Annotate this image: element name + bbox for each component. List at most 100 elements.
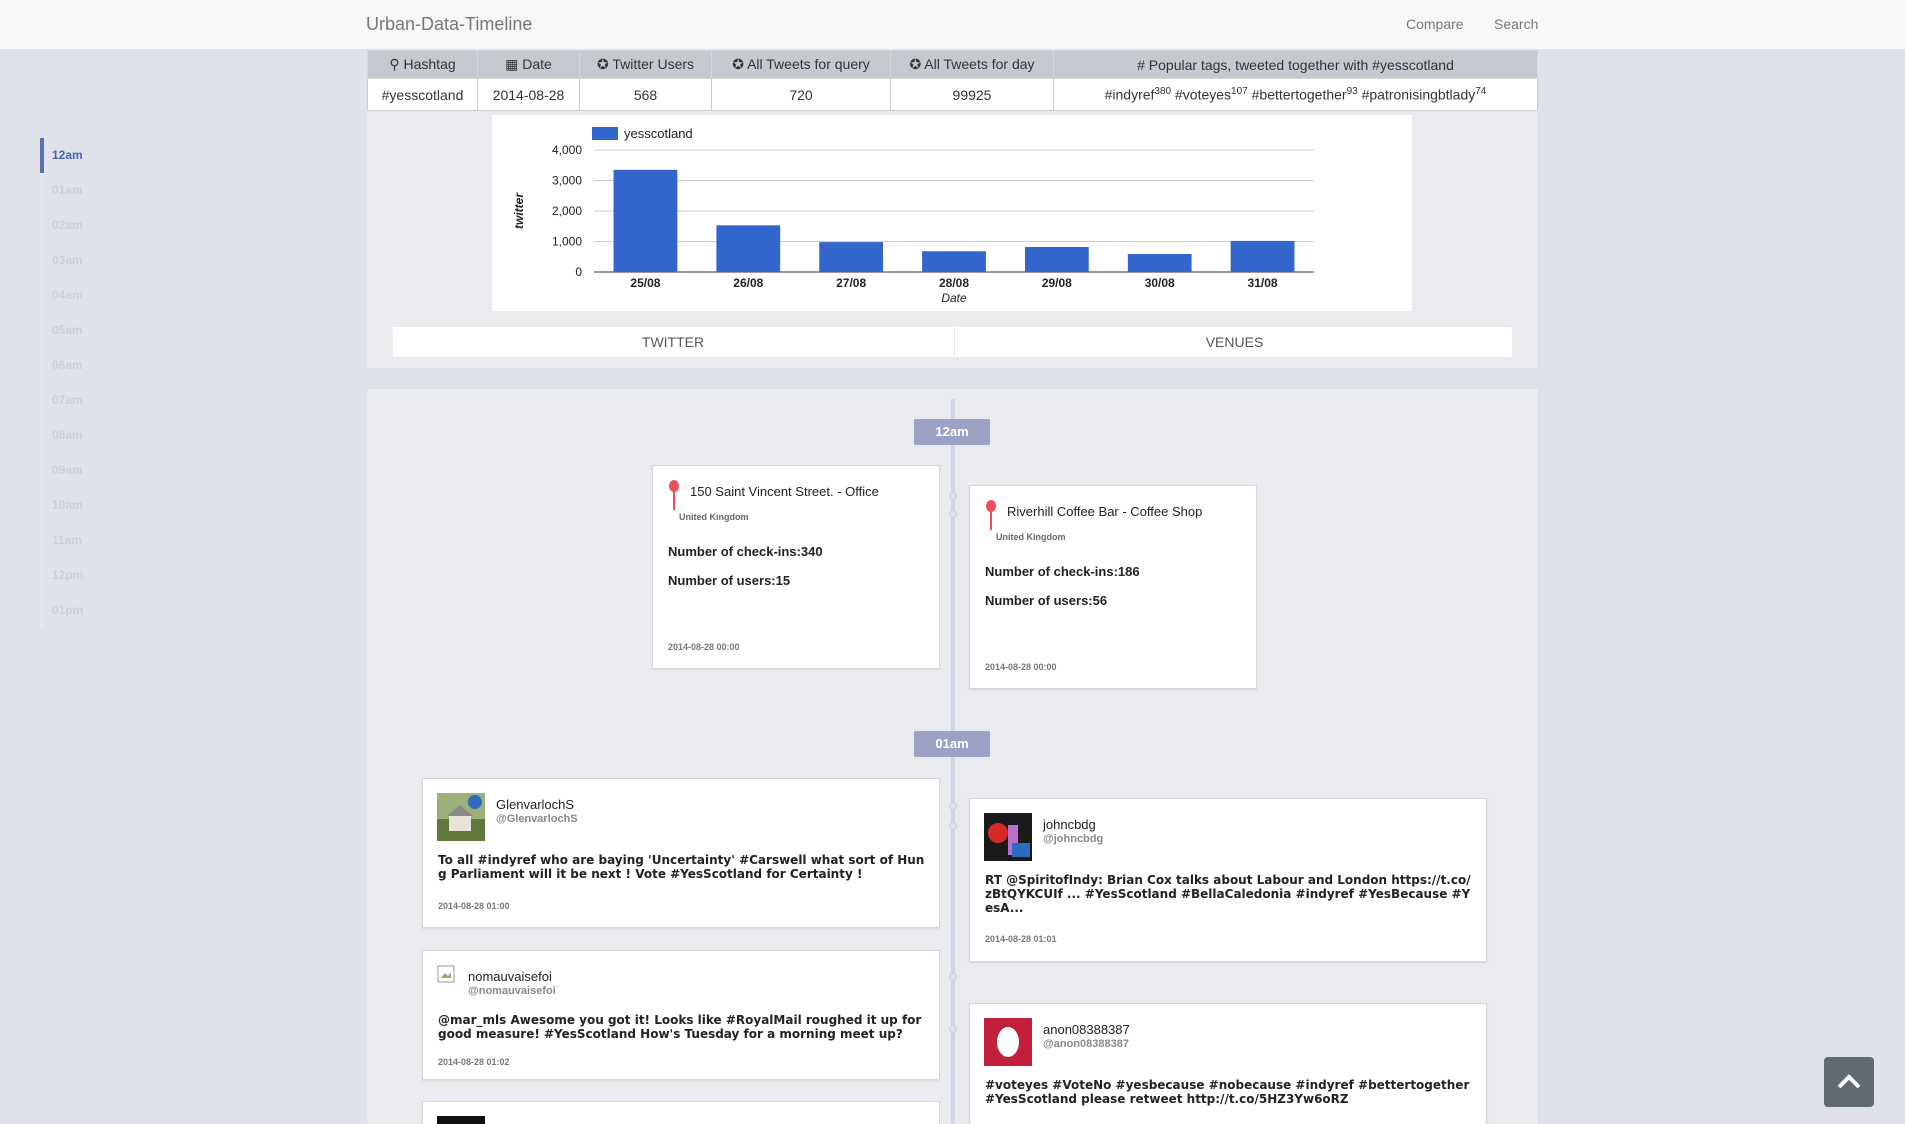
- tab-twitter[interactable]: TWITTER: [393, 327, 953, 357]
- sidebar-item-04am[interactable]: 04am: [40, 278, 100, 313]
- day-value: 99925: [890, 78, 1054, 111]
- query-value: 720: [711, 78, 891, 111]
- sidebar-item-12am[interactable]: 12am: [40, 138, 100, 173]
- timeline-dot: [949, 973, 957, 981]
- x-tick-label: 31/08: [1248, 276, 1278, 290]
- tweet-username[interactable]: johncbdg: [1043, 817, 1096, 832]
- x-tick-label: 30/08: [1145, 276, 1175, 290]
- map-pin-icon: [669, 480, 679, 510]
- venue-card: 150 Saint Vincent Street. - Office Unite…: [652, 465, 940, 669]
- popular-header: # Popular tags, tweeted together with #y…: [1053, 50, 1538, 79]
- avatar[interactable]: [437, 1116, 485, 1124]
- venue-users: Number of users:15: [668, 573, 791, 588]
- tweet-text: RT @SpiritofIndy: Brian Cox talks about …: [985, 873, 1471, 915]
- bar: [716, 225, 781, 272]
- tweet-username[interactable]: nomauvaisefoi: [468, 969, 552, 984]
- x-tick-label: 26/08: [733, 276, 763, 290]
- twitter-icon: ✪: [596, 56, 609, 72]
- timestamp: 2014-08-28 01:02: [438, 1057, 510, 1067]
- brand-link[interactable]: Urban-Data-Timeline: [366, 14, 532, 35]
- map-pin-icon: [986, 500, 996, 530]
- x-tick-label: 27/08: [836, 276, 866, 290]
- bar: [819, 242, 884, 272]
- tweet-username[interactable]: GlenvarlochS: [496, 797, 574, 812]
- bar-chart-svg: 0 1,000 2,000 3,000 4,000 25/08 26/08 27/08 28/0…: [512, 126, 1314, 305]
- tag-count: 74: [1475, 86, 1487, 98]
- tweet-text: @mar_mls Awesome you got it! Looks like …: [438, 1013, 922, 1041]
- bar: [1024, 246, 1089, 272]
- avatar[interactable]: [984, 813, 1032, 861]
- tweet-card: anon08388387 @anon08388387 #voteyes #Vot…: [969, 1003, 1487, 1124]
- tag[interactable]: #indyref: [1105, 87, 1155, 103]
- sidebar-item-08am[interactable]: 08am: [40, 418, 100, 453]
- avatar[interactable]: [437, 793, 485, 841]
- timestamp: 2014-08-28 00:00: [985, 662, 1057, 672]
- chevron-up-icon: [1837, 1074, 1861, 1089]
- tag[interactable]: #bettertogether: [1252, 87, 1347, 103]
- timeline-dot: [949, 1025, 957, 1033]
- venue-country: United Kingdom: [679, 512, 749, 522]
- venue-card: Riverhill Coffee Bar - Coffee Shop Unite…: [969, 485, 1257, 689]
- summary-panel: ⚲ Hashtag ▦ Date ✪ Twitter Users ✪ All T…: [367, 50, 1538, 368]
- tweet-card: GlenvarlochS @GlenvarlochS To all #indyr…: [422, 778, 940, 928]
- hashtag-icon: #: [1137, 56, 1145, 73]
- sidebar-item-11am[interactable]: 11am: [40, 523, 100, 558]
- users-value: 568: [579, 78, 712, 111]
- twitter-icon: ✪: [732, 56, 744, 72]
- hour-badge-12am: 12am: [914, 419, 990, 445]
- bar: [1127, 254, 1192, 272]
- hashtag-value: #yesscotland: [367, 78, 478, 111]
- tag-count: 93: [1346, 86, 1358, 98]
- date-header: ▦ Date: [477, 50, 580, 79]
- sidebar-item-09am[interactable]: 09am: [40, 453, 100, 488]
- tweet-handle[interactable]: @GlenvarlochS: [496, 813, 578, 825]
- tweet-handle[interactable]: @nomauvaisefoi: [468, 985, 556, 997]
- tag[interactable]: #voteyes: [1175, 87, 1231, 103]
- bar: [613, 169, 678, 272]
- x-tick-label: 25/08: [630, 276, 660, 290]
- x-axis-label: Date: [941, 291, 967, 305]
- venue-checkins: Number of check-ins:340: [668, 544, 823, 559]
- compare-link[interactable]: Compare: [1406, 16, 1464, 32]
- tab-venues[interactable]: VENUES: [954, 327, 1514, 357]
- legend-label: yesscotland: [624, 126, 693, 141]
- tweet-username[interactable]: anon08388387: [1043, 1022, 1130, 1037]
- timeline-line: [951, 399, 955, 1124]
- sidebar-item-03am[interactable]: 03am: [40, 243, 100, 278]
- bar: [1230, 240, 1295, 272]
- y-tick-label: 4,000: [552, 143, 582, 157]
- sidebar-item-12pm[interactable]: 12pm: [40, 558, 100, 593]
- y-tick-label: 3,000: [552, 174, 582, 188]
- timeline-dot: [949, 492, 957, 500]
- sidebar-item-01am[interactable]: 01am: [40, 173, 100, 208]
- twitter-icon: ✪: [909, 56, 922, 72]
- venue-name[interactable]: Riverhill Coffee Bar - Coffee Shop: [1007, 504, 1202, 519]
- sidebar-item-02am[interactable]: 02am: [40, 208, 100, 243]
- timeline-dot: [949, 822, 957, 830]
- venue-name[interactable]: 150 Saint Vincent Street. - Office: [690, 484, 879, 499]
- hour-sidebar: 12am 01am 02am 03am 04am 05am 06am 07am …: [40, 138, 100, 628]
- timestamp: 2014-08-28 01:01: [985, 934, 1057, 944]
- legend-swatch: [592, 127, 618, 140]
- search-link[interactable]: Search: [1494, 16, 1538, 32]
- venue-users: Number of users:56: [985, 593, 1108, 608]
- sidebar-item-05am[interactable]: 05am: [40, 313, 100, 348]
- sidebar-item-10am[interactable]: 10am: [40, 488, 100, 523]
- venue-checkins: Number of check-ins:186: [985, 564, 1140, 579]
- y-tick-label: 0: [575, 265, 582, 279]
- avatar[interactable]: [984, 1018, 1032, 1066]
- sidebar-item-06am[interactable]: 06am: [40, 348, 100, 383]
- sidebar-item-01pm[interactable]: 01pm: [40, 593, 100, 628]
- sidebar-item-07am[interactable]: 07am: [40, 383, 100, 418]
- tag-count: 107: [1231, 86, 1248, 98]
- tag[interactable]: #patronisingbtlady: [1362, 87, 1476, 103]
- tweet-handle[interactable]: @anon08388387: [1043, 1038, 1129, 1050]
- timeline-dot: [949, 510, 957, 518]
- back-to-top-button[interactable]: [1824, 1057, 1874, 1107]
- tweet-text: #voteyes #VoteNo #yesbecause #nobecause …: [985, 1078, 1470, 1106]
- hour-badge-01am: 01am: [914, 731, 990, 757]
- broken-image-icon: [437, 965, 455, 983]
- tweet-handle[interactable]: @johncbdg: [1043, 833, 1103, 845]
- hashtag-header: ⚲ Hashtag: [367, 50, 478, 79]
- calendar-icon: ▦: [505, 56, 519, 72]
